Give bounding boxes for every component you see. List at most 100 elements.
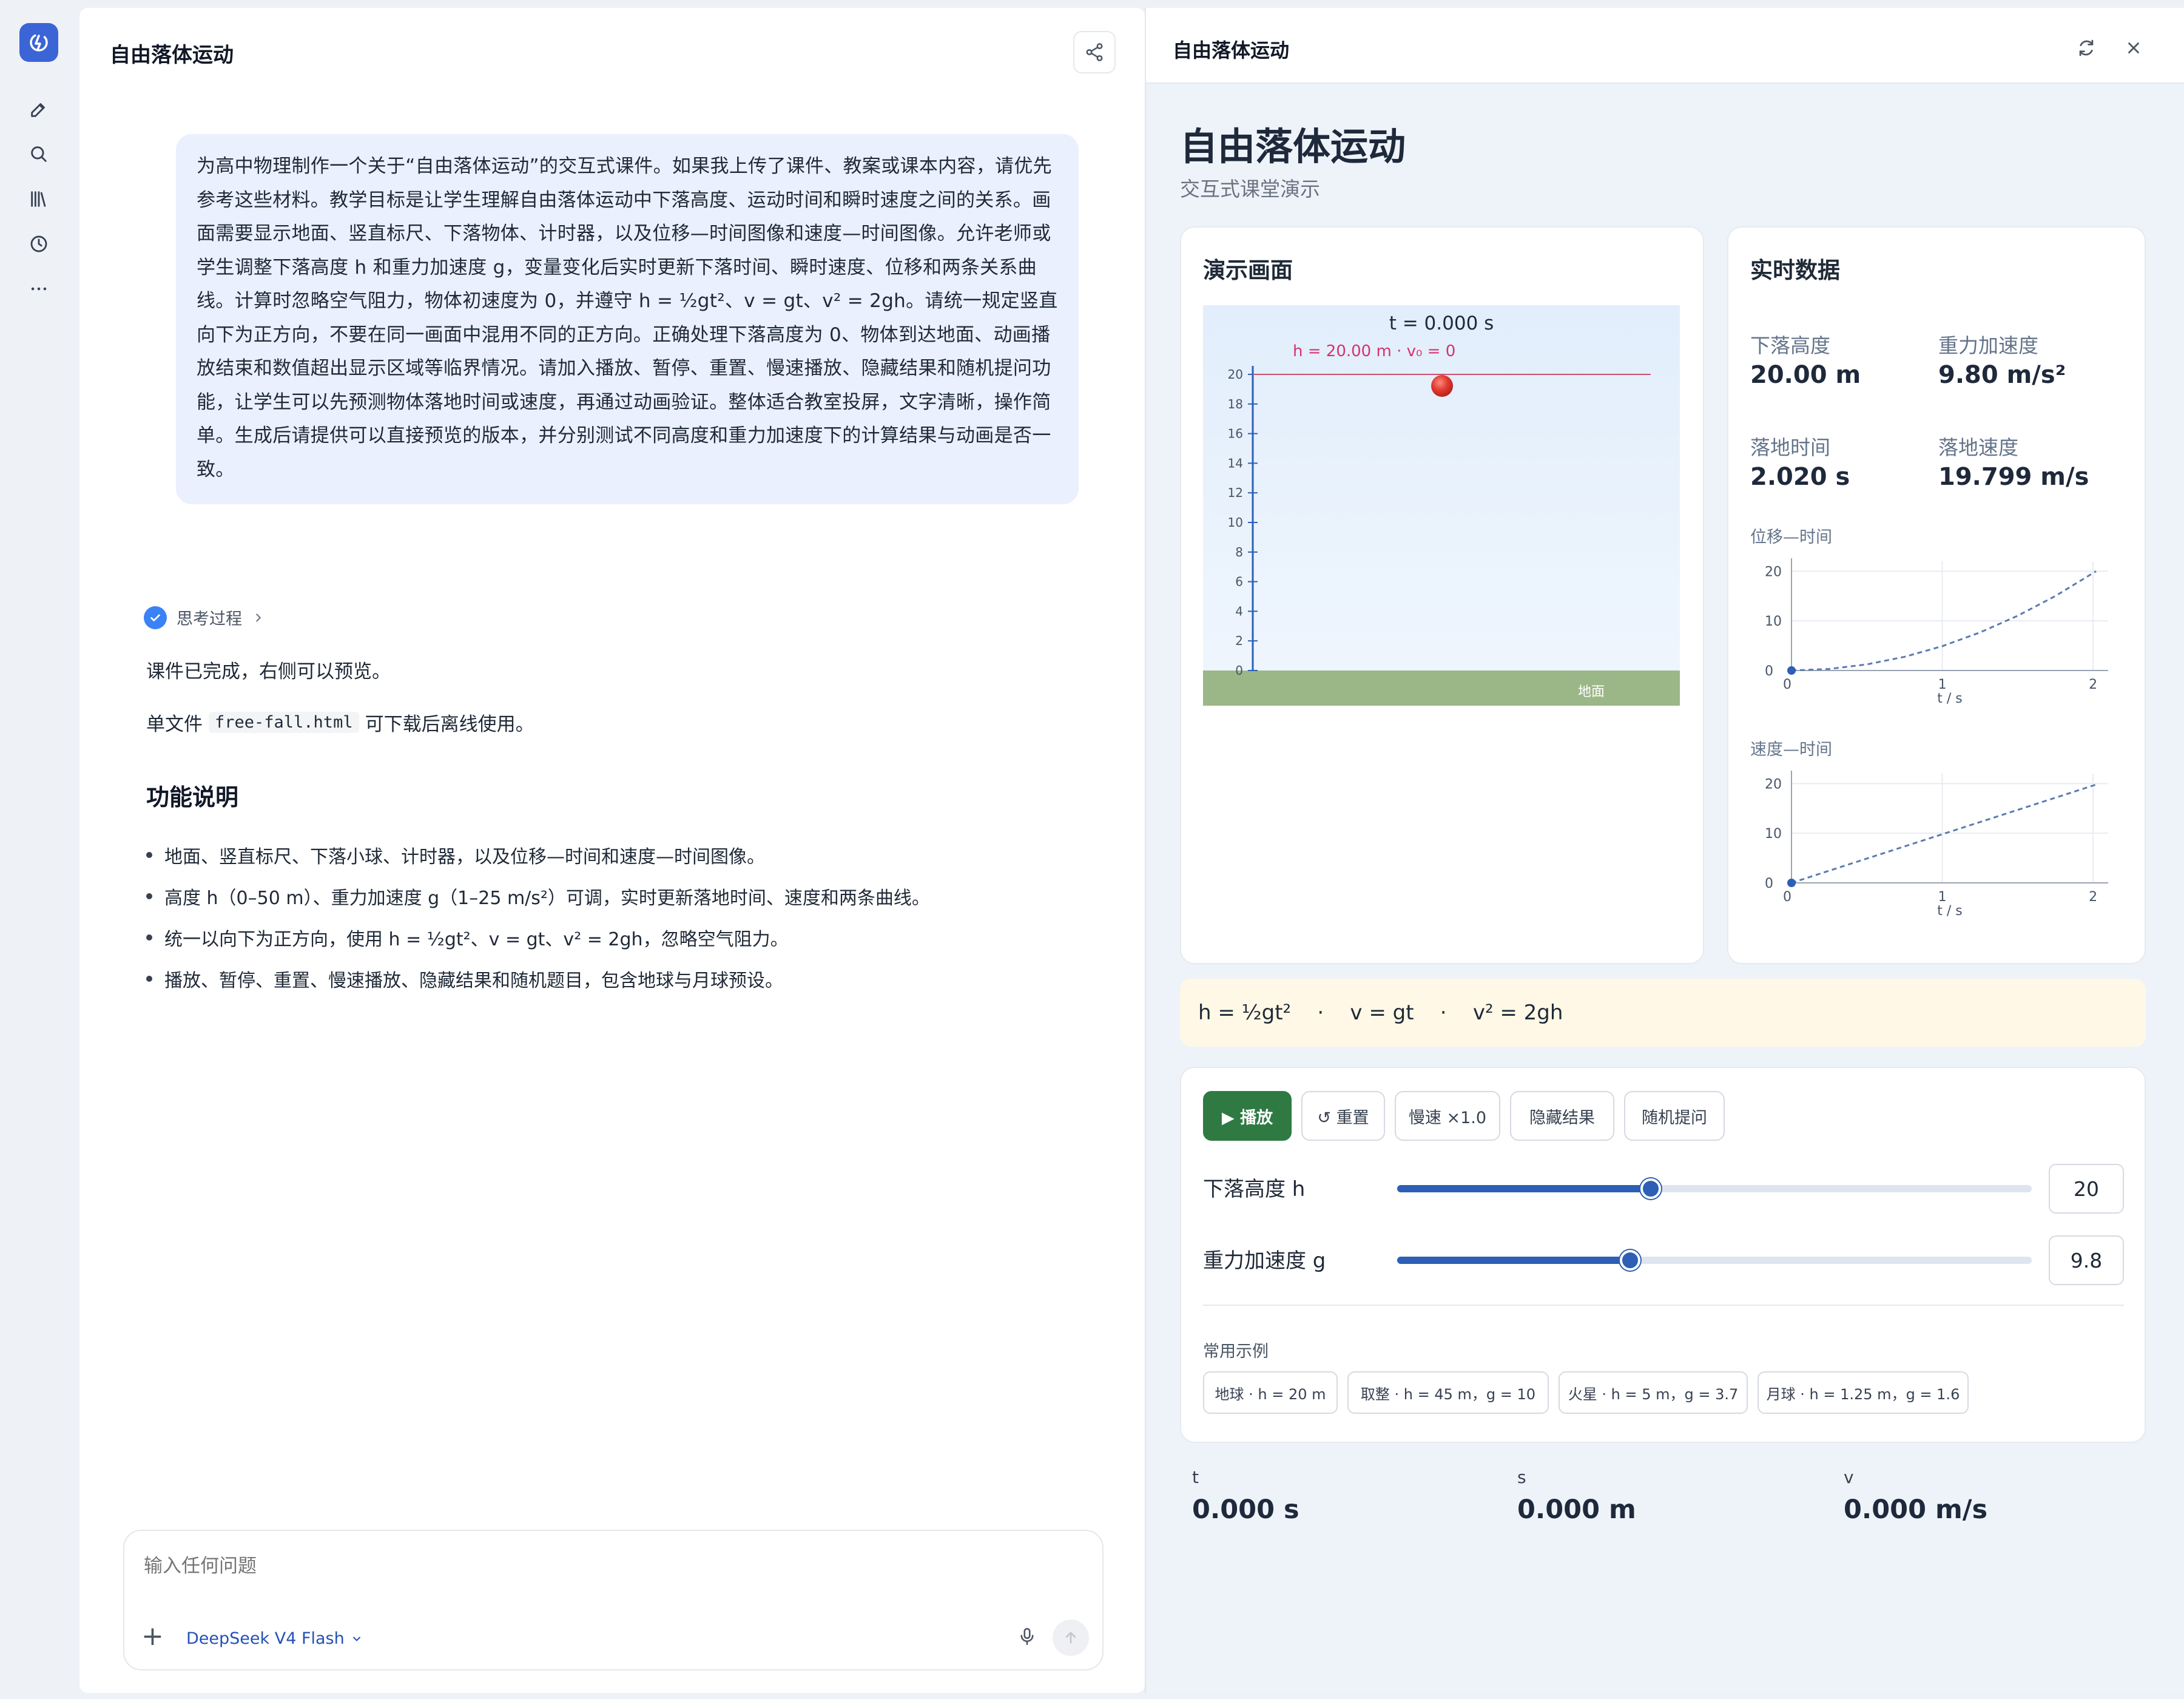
more-button[interactable] [25, 275, 52, 302]
x-tick-label: 2 [2089, 890, 2097, 905]
height-stat-label: 下落高度 [1750, 334, 1830, 357]
library-icon [31, 191, 46, 207]
examples-label: 常用示例 [1203, 1342, 1269, 1361]
ruler-tick-label: 14 [1228, 456, 1243, 470]
height-input[interactable] [2049, 1164, 2124, 1214]
current-point [1787, 879, 1796, 887]
voice-input-button[interactable] [1014, 1623, 1040, 1650]
x-axis-label: t / s [1937, 904, 1963, 919]
v-readout-label: v [1844, 1467, 1854, 1487]
feature-item: 统一以向下为正方向，使用 h = ½gt²、v = gt、v² = 2gh，忽略… [146, 917, 930, 958]
answer-line-2-post: 可下载后离线使用。 [365, 714, 534, 735]
chevron-right-icon [256, 613, 261, 622]
ruler-tick-label: 0 [1235, 663, 1243, 678]
random-quiz-button[interactable]: 随机提问 [1624, 1091, 1725, 1141]
height-slider[interactable] [1397, 1178, 2032, 1199]
height-stat-value: 20.00 m [1750, 361, 1861, 389]
left-rail [0, 0, 78, 1699]
y-tick-label: 10 [1765, 826, 1782, 842]
ruler-tick-label: 6 [1235, 575, 1243, 589]
library-button[interactable] [25, 186, 52, 212]
feature-item: 地面、竖直标尺、下落小球、计时器，以及位移—时间和速度—时间图像。 [146, 834, 930, 876]
preview-title: 自由落体运动 [1173, 39, 1290, 62]
model-name: DeepSeek V4 Flash [186, 1629, 345, 1648]
share-button[interactable] [1073, 31, 1116, 73]
file-name-code: free-fall.html [209, 712, 359, 733]
example-mars-button[interactable]: 火星 · h = 5 m，g = 3.7 [1559, 1371, 1748, 1414]
thinking-toggle[interactable]: 思考过程 [144, 606, 265, 629]
demo-card: 演示画面 地面 0 2 4 6 8 10 12 14 16 18 20 h = 20.00 m · … [1180, 226, 1704, 964]
ruler-tick-label: 8 [1235, 545, 1243, 559]
attach-button[interactable]: + [141, 1623, 164, 1650]
x-tick-label: 0 [1783, 890, 1791, 905]
answer-line-2-pre: 单文件 [146, 714, 203, 735]
gravity-slider-fill [1397, 1257, 1630, 1264]
y-tick-label: 10 [1765, 614, 1782, 629]
ruler-tick-label: 12 [1228, 485, 1243, 500]
controls-divider [1203, 1305, 2124, 1306]
ruler-tick-label: 16 [1228, 427, 1243, 441]
controls-card: ▶ 播放 ↺ 重置 慢速 ×1.0 隐藏结果 随机提问 下落高度 h 重力加速度… [1180, 1067, 2146, 1443]
falling-ball [1431, 375, 1453, 397]
speed-stat-label: 落地速度 [1938, 436, 2018, 459]
close-preview-button[interactable] [2120, 35, 2147, 61]
t-readout-label: t [1192, 1467, 1199, 1487]
example-rounded-button[interactable]: 取整 · h = 45 m，g = 10 [1347, 1371, 1549, 1414]
refresh-button[interactable] [2073, 35, 2100, 61]
slow-motion-button[interactable]: 慢速 ×1.0 [1395, 1091, 1500, 1141]
feature-item: 高度 h（0–50 m）、重力加速度 g（1–25 m/s²）可调，实时更新落地… [146, 876, 930, 917]
chat-title: 自由落体运动 [110, 43, 234, 67]
clock-icon [30, 235, 47, 252]
ruler-tick-label: 10 [1228, 515, 1243, 530]
send-button[interactable] [1053, 1620, 1089, 1656]
x-tick-label: 0 [1783, 677, 1791, 692]
thinking-label: 思考过程 [177, 610, 242, 629]
share-icon [1086, 43, 1103, 61]
answer-line-2: 单文件 free-fall.html 可下载后离线使用。 [146, 709, 534, 736]
search-icon [31, 146, 47, 162]
gravity-slider-thumb[interactable] [1619, 1250, 1640, 1271]
sky-background [1203, 305, 1680, 706]
data-heading: 实时数据 [1750, 257, 1840, 283]
history-button[interactable] [25, 231, 52, 257]
edit-icon [31, 103, 45, 117]
x-axis-label: t / s [1937, 691, 1963, 706]
example-earth-button[interactable]: 地球 · h = 20 m [1203, 1371, 1338, 1414]
height-slider-fill [1397, 1185, 1651, 1192]
ground-label: 地面 [1578, 684, 1605, 700]
microphone-icon [1020, 1627, 1034, 1646]
y-tick-label: 20 [1765, 564, 1782, 579]
new-chat-button[interactable] [25, 96, 52, 123]
velocity-time-chart: 20 10 00 1 2 t / s [1765, 771, 2108, 919]
reset-button[interactable]: ↺ 重置 [1301, 1091, 1385, 1141]
search-button[interactable] [25, 141, 52, 167]
t-readout-value: 0.000 s [1192, 1495, 1299, 1525]
ruler-tick-label: 20 [1228, 367, 1243, 382]
preview-header: 自由落体运动 [1146, 8, 2184, 84]
close-icon [2128, 42, 2139, 53]
height-slider-thumb[interactable] [1640, 1178, 1662, 1199]
x-tick-label: 1 [1938, 890, 1947, 905]
play-button[interactable]: ▶ 播放 [1203, 1091, 1292, 1141]
app-logo[interactable] [19, 23, 58, 62]
gravity-slider-label: 重力加速度 g [1203, 1249, 1326, 1273]
features-heading: 功能说明 [146, 784, 239, 811]
model-selector[interactable]: DeepSeek V4 Flash [186, 1629, 363, 1648]
answer-line-1: 课件已完成，右侧可以预览。 [146, 661, 391, 683]
g-stat-label: 重力加速度 [1938, 334, 2038, 357]
chat-input[interactable] [144, 1555, 1054, 1577]
ruler-tick-label: 18 [1228, 397, 1243, 411]
chat-panel: 自由落体运动 为高中物理制作一个关于“自由落体运动”的交互式课件。如果我上传了课… [79, 8, 1145, 1693]
time-stat-label: 落地时间 [1750, 436, 1830, 459]
s-readout-value: 0.000 m [1517, 1495, 1636, 1525]
time-stat-value: 2.020 s [1750, 463, 1850, 491]
x-tick-label: 1 [1938, 677, 1947, 692]
gravity-input[interactable] [2049, 1235, 2124, 1285]
example-moon-button[interactable]: 月球 · h = 1.25 m，g = 1.6 [1758, 1371, 1969, 1414]
gravity-slider[interactable] [1397, 1250, 2032, 1271]
chevron-down-icon [352, 1637, 360, 1641]
timer-display: t = 0.000 s [1389, 312, 1494, 334]
s-readout-label: s [1517, 1467, 1526, 1487]
hide-results-button[interactable]: 隐藏结果 [1510, 1091, 1614, 1141]
y-tick-label: 0 [1765, 664, 1773, 679]
